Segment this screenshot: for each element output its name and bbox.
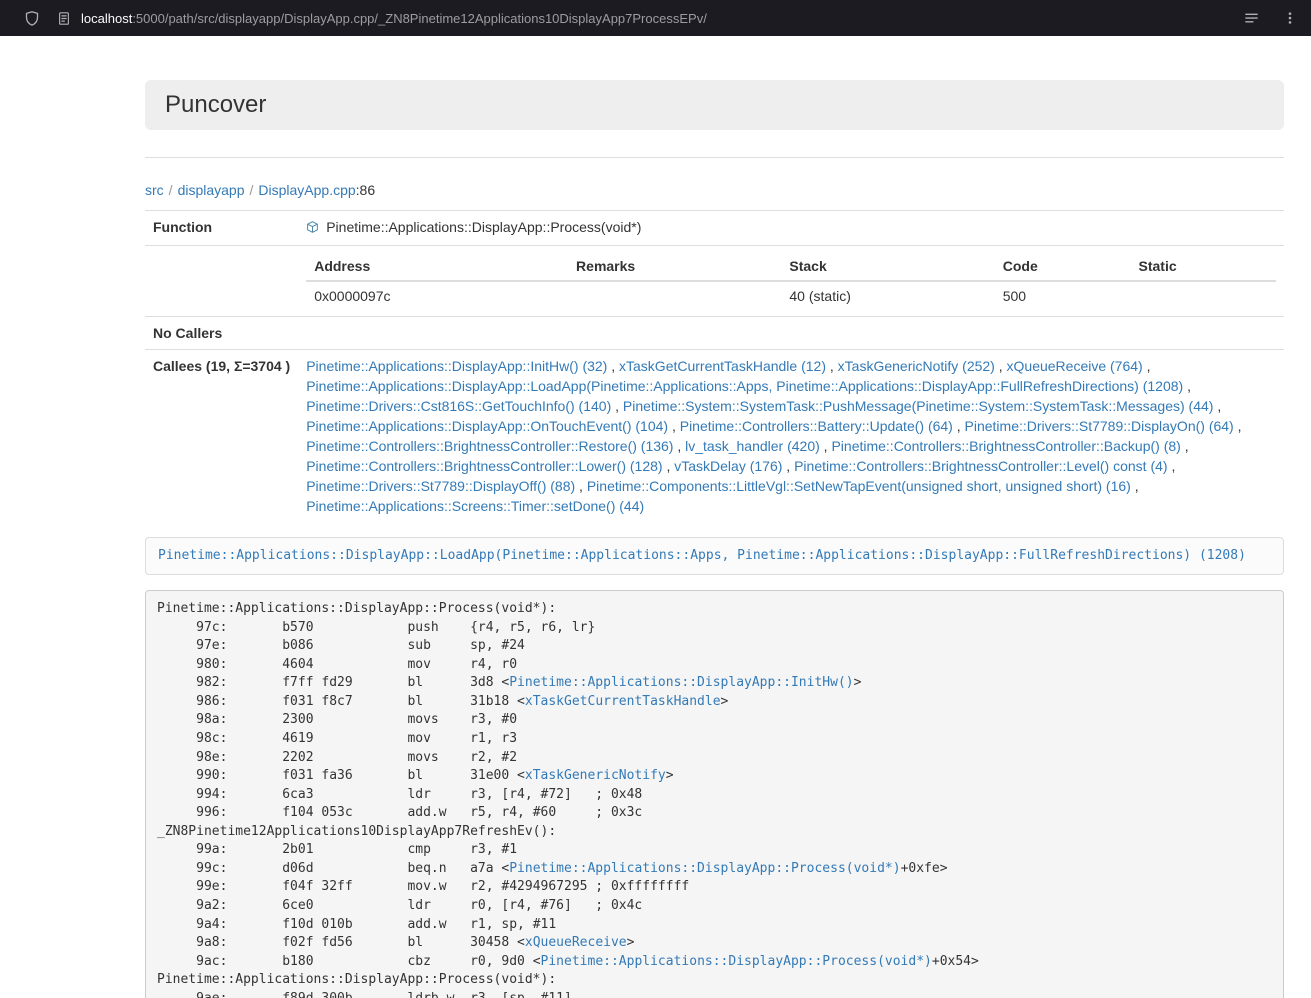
stats-row: Address Remarks Stack Code Static 0x0000… bbox=[145, 246, 1284, 317]
code-symbol-link[interactable]: xTaskGenericNotify bbox=[525, 768, 666, 783]
callees-list: Pinetime::Applications::DisplayApp::Init… bbox=[298, 350, 1284, 523]
url-bar[interactable]: localhost:5000/path/src/displayapp/Displ… bbox=[57, 11, 1232, 26]
reader-view-icon[interactable] bbox=[1244, 11, 1259, 26]
function-table: Function Pinetime::Applications::Display… bbox=[145, 210, 1284, 522]
kebab-menu-icon[interactable] bbox=[1283, 10, 1297, 26]
function-name-cell: Pinetime::Applications::DisplayApp::Proc… bbox=[298, 211, 1284, 246]
page-header: Puncover bbox=[145, 80, 1284, 130]
highlighted-symbol-panel: Pinetime::Applications::DisplayApp::Load… bbox=[145, 537, 1284, 575]
code-symbol-link[interactable]: Pinetime::Applications::DisplayApp::Init… bbox=[509, 675, 853, 690]
function-label: Function bbox=[145, 211, 298, 246]
breadcrumb: src/displayapp/DisplayApp.cpp:86 bbox=[145, 180, 1284, 200]
stats-address: 0x0000097c bbox=[306, 281, 568, 310]
page-title: Puncover bbox=[165, 91, 266, 119]
callee-link[interactable]: Pinetime::Controllers::BrightnessControl… bbox=[306, 438, 673, 454]
callee-link[interactable]: Pinetime::Controllers::BrightnessControl… bbox=[831, 438, 1180, 454]
code-symbol-link[interactable]: Pinetime::Applications::DisplayApp::Proc… bbox=[541, 954, 932, 969]
callees-row: Callees (19, Σ=3704 ) Pinetime::Applicat… bbox=[145, 350, 1284, 523]
stats-cell: Address Remarks Stack Code Static 0x0000… bbox=[298, 246, 1284, 317]
callee-link[interactable]: Pinetime::Applications::Screens::Timer::… bbox=[306, 498, 644, 514]
callee-link[interactable]: Pinetime::System::SystemTask::PushMessag… bbox=[623, 398, 1214, 414]
stats-code: 500 bbox=[995, 281, 1131, 310]
stats-header-address: Address bbox=[306, 252, 568, 281]
callee-link[interactable]: Pinetime::Drivers::St7789::DisplayOn() (… bbox=[965, 418, 1234, 434]
empty-label-cell bbox=[145, 246, 298, 317]
breadcrumb-line-number: :86 bbox=[356, 182, 375, 198]
callee-link[interactable]: Pinetime::Applications::DisplayApp::OnTo… bbox=[306, 418, 668, 434]
function-row: Function Pinetime::Applications::Display… bbox=[145, 211, 1284, 246]
breadcrumb-separator: / bbox=[164, 182, 178, 198]
stats-stack: 40 (static) bbox=[781, 281, 994, 310]
page-icon bbox=[57, 11, 71, 26]
page-container: Puncover src/displayapp/DisplayApp.cpp:8… bbox=[145, 80, 1284, 998]
shield-icon[interactable] bbox=[24, 10, 40, 27]
url-path: :5000/path/src/displayapp/DisplayApp.cpp… bbox=[132, 11, 707, 26]
callee-link[interactable]: Pinetime::Controllers::Battery::Update()… bbox=[680, 418, 953, 434]
disassembly: Pinetime::Applications::DisplayApp::Proc… bbox=[145, 590, 1284, 998]
callers-cell bbox=[298, 317, 1284, 350]
callee-link[interactable]: Pinetime::Drivers::St7789::DisplayOff() … bbox=[306, 478, 575, 494]
url-text: localhost:5000/path/src/displayapp/Displ… bbox=[81, 11, 707, 26]
breadcrumb-link-file[interactable]: DisplayApp.cpp bbox=[258, 182, 355, 198]
callee-link[interactable]: xTaskGetCurrentTaskHandle (12) bbox=[619, 358, 826, 374]
function-name: Pinetime::Applications::DisplayApp::Proc… bbox=[326, 219, 641, 235]
callee-link[interactable]: Pinetime::Controllers::BrightnessControl… bbox=[794, 458, 1167, 474]
callee-link[interactable]: xTaskGenericNotify (252) bbox=[838, 358, 995, 374]
callers-row: No Callers bbox=[145, 317, 1284, 350]
divider bbox=[145, 157, 1284, 158]
callee-link[interactable]: Pinetime::Controllers::BrightnessControl… bbox=[306, 458, 662, 474]
callee-link[interactable]: Pinetime::Components::LittleVgl::SetNewT… bbox=[587, 478, 1131, 494]
code-symbol-link[interactable]: xQueueReceive bbox=[525, 935, 627, 950]
stats-header-remarks: Remarks bbox=[568, 252, 781, 281]
breadcrumb-link-src[interactable]: src bbox=[145, 182, 164, 198]
highlighted-symbol-link[interactable]: Pinetime::Applications::DisplayApp::Load… bbox=[158, 548, 1246, 563]
code-symbol-link[interactable]: Pinetime::Applications::DisplayApp::Proc… bbox=[509, 861, 900, 876]
stats-header-row: Address Remarks Stack Code Static bbox=[306, 252, 1276, 281]
stats-value-row: 0x0000097c 40 (static) 500 bbox=[306, 281, 1276, 310]
url-host: localhost bbox=[81, 11, 132, 26]
callee-link[interactable]: Pinetime::Applications::DisplayApp::Load… bbox=[306, 378, 1183, 394]
stats-table: Address Remarks Stack Code Static 0x0000… bbox=[306, 252, 1276, 310]
stats-header-code: Code bbox=[995, 252, 1131, 281]
stats-header-stack: Stack bbox=[781, 252, 994, 281]
cube-icon bbox=[306, 219, 319, 239]
no-callers-label: No Callers bbox=[145, 317, 298, 350]
callees-label: Callees (19, Σ=3704 ) bbox=[145, 350, 298, 523]
breadcrumb-separator: / bbox=[245, 182, 259, 198]
stats-header-static: Static bbox=[1131, 252, 1277, 281]
callee-link[interactable]: lv_task_handler (420) bbox=[685, 438, 820, 454]
callee-link[interactable]: vTaskDelay (176) bbox=[674, 458, 782, 474]
breadcrumb-link-displayapp[interactable]: displayapp bbox=[178, 182, 245, 198]
callee-link[interactable]: Pinetime::Drivers::Cst816S::GetTouchInfo… bbox=[306, 398, 611, 414]
callee-link[interactable]: xQueueReceive (764) bbox=[1007, 358, 1143, 374]
browser-chrome: localhost:5000/path/src/displayapp/Displ… bbox=[0, 0, 1311, 36]
stats-static bbox=[1131, 281, 1277, 310]
callee-link[interactable]: Pinetime::Applications::DisplayApp::Init… bbox=[306, 358, 607, 374]
stats-remarks bbox=[568, 281, 781, 310]
code-symbol-link[interactable]: xTaskGetCurrentTaskHandle bbox=[525, 694, 721, 709]
